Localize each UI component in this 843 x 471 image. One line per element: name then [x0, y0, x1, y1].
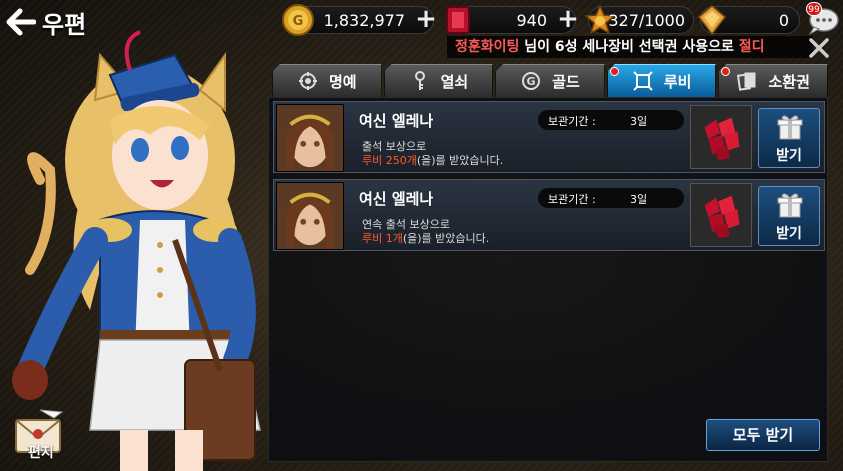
announcement-ticker: 정훈화이팅 님이 6성 세나장비 선택권 사용으로 절디	[447, 36, 813, 58]
mail-body-line2: 루비 250개(을)를 받았습니다.	[362, 152, 503, 168]
tab-honor-label: 명예	[328, 72, 357, 91]
tab-ruby-label: 루비	[663, 72, 692, 91]
stamina-counter: 327/1000	[584, 4, 694, 35]
gem-value: 0	[778, 10, 789, 30]
close-icon[interactable]	[806, 36, 832, 60]
claim-button-label: 받기	[776, 148, 802, 164]
ticker-item: 절디	[738, 39, 765, 55]
tab-key-label: 열쇠	[440, 72, 469, 91]
gold-icon: G	[522, 72, 541, 90]
ruby-icon	[446, 6, 470, 34]
storage-period-label: 보관기간 :	[548, 115, 596, 128]
tab-honor[interactable]: 명예	[272, 64, 382, 98]
gift-icon	[777, 193, 803, 218]
honor-icon	[298, 72, 317, 90]
mail-sender: 여신 엘레나	[359, 190, 434, 208]
ticker-message: 님이 6성 세나장비 선택권 사용으로	[519, 39, 739, 55]
gold-coin-icon: G	[282, 4, 314, 36]
ruby-reward-icon	[690, 183, 752, 247]
claim-all-button[interactable]: 모두 받기	[706, 419, 820, 451]
letter-label: 편지	[28, 445, 54, 461]
tab-gold-label: 골드	[552, 72, 580, 91]
svg-text:G: G	[293, 14, 304, 29]
gift-icon	[777, 115, 803, 140]
sender-portrait	[276, 182, 344, 250]
gold-value: 1,832,977	[323, 10, 405, 30]
claim-button-label: 받기	[776, 226, 802, 242]
add-gold-button[interactable]: +	[415, 6, 437, 32]
stamina-value: 327/1000	[608, 10, 685, 30]
tab-summon-ticket-label: 소환권	[768, 72, 810, 91]
storage-period-value: 3일	[630, 193, 648, 206]
sender-portrait	[276, 104, 344, 172]
mail-reward-highlight: 루비 250개	[362, 154, 417, 167]
mail-body-line2: 루비 1개(을)를 받았습니다.	[362, 230, 489, 246]
summon-ticket-icon	[737, 72, 756, 91]
tab-key[interactable]: 열쇠	[383, 64, 494, 98]
storage-period: 보관기간 : 3일	[538, 188, 684, 208]
add-ruby-button[interactable]: +	[557, 6, 579, 32]
tab-summon-notification-dot	[721, 67, 731, 76]
mail-item: 여신 엘레나 연속 출석 보상으로 루비 1개(을)를 받았습니다. 보관기간 …	[273, 179, 825, 251]
chat-badge: 99	[806, 2, 822, 16]
storage-period: 보관기간 : 3일	[538, 110, 684, 130]
mail-body-rest: (을)를 받았습니다.	[416, 154, 504, 167]
ruby-tab-icon	[633, 71, 653, 91]
svg-text:G: G	[527, 75, 536, 88]
ruby-counter: 940 +	[446, 6, 579, 34]
mail-item: 여신 엘레나 출석 보상으로 루비 250개(을)를 받았습니다. 보관기간 :…	[273, 101, 825, 173]
claim-button[interactable]: 받기	[758, 186, 820, 246]
claim-button[interactable]: 받기	[758, 108, 820, 168]
mail-sender: 여신 엘레나	[359, 112, 434, 130]
chat-button[interactable]: 99	[804, 2, 840, 36]
tab-ruby[interactable]: 루비	[606, 64, 717, 98]
ticker-player-name: 정훈화이팅	[455, 39, 520, 55]
gem-counter: 0	[697, 5, 800, 36]
storage-period-value: 3일	[630, 115, 648, 128]
storage-period-label: 보관기간 :	[548, 193, 596, 206]
tab-summon-ticket[interactable]: 소환권	[718, 64, 828, 98]
key-icon	[414, 71, 425, 90]
tab-ruby-notification-dot	[609, 67, 619, 76]
mail-reward-highlight: 루비 1개	[362, 232, 403, 245]
tab-gold[interactable]: G 골드	[495, 64, 605, 98]
mail-category-tabs: 명예 열쇠 G 골드 루비 소환권	[272, 62, 828, 98]
gem-icon	[697, 5, 727, 36]
gold-counter: G 1,832,977 +	[282, 4, 437, 36]
mail-list-panel: 여신 엘레나 출석 보상으로 루비 250개(을)를 받았습니다. 보관기간 :…	[268, 97, 828, 462]
ruby-reward-icon	[690, 105, 752, 169]
mail-body-rest: (을)를 받았습니다.	[402, 232, 490, 245]
ruby-value: 940	[516, 10, 547, 30]
